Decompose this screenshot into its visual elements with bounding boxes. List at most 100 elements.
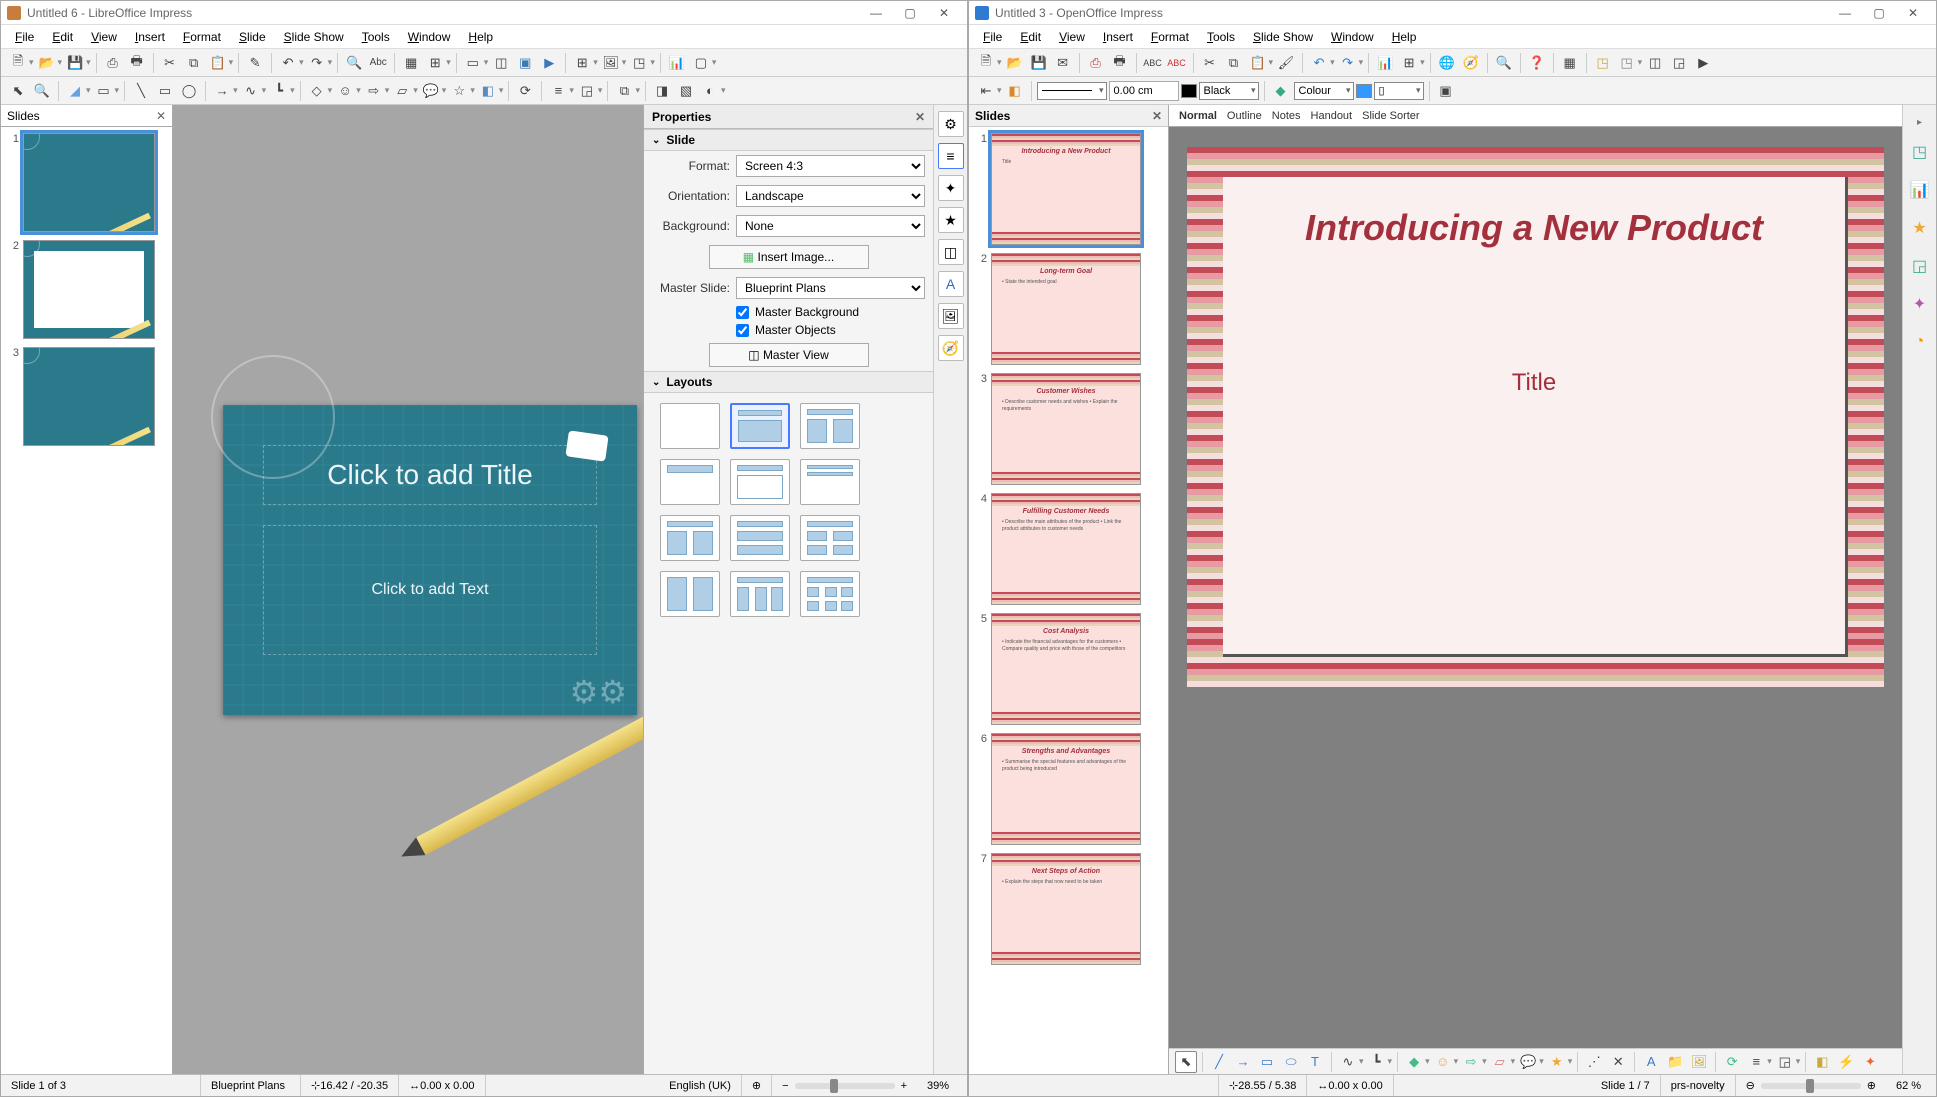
format-paintbrush-icon[interactable]: 🖌 <box>1275 52 1297 74</box>
filter-icon[interactable]: ◐ <box>699 80 721 102</box>
undo-icon[interactable]: ↶ <box>1308 52 1330 74</box>
close-slides-panel[interactable]: ✕ <box>156 109 166 123</box>
sidebar-settings-icon[interactable]: ⚙ <box>938 111 964 137</box>
zoom-percent[interactable]: 39% <box>917 1075 967 1096</box>
layout-2col[interactable] <box>660 515 720 561</box>
content-placeholder[interactable]: Click to add Text <box>263 525 597 655</box>
menu-slide[interactable]: Slide <box>231 28 274 46</box>
gluepoints-icon[interactable]: ✕ <box>1607 1051 1629 1073</box>
arrow-tool-icon[interactable]: → <box>1232 1051 1254 1073</box>
zoom-percent[interactable]: 62 % <box>1886 1075 1936 1096</box>
slide-thumb[interactable]: Cost Analysis• Indicate the financial ad… <box>991 613 1141 725</box>
zoom-icon[interactable]: 🔍 <box>1493 52 1515 74</box>
redo-icon[interactable]: ↷ <box>306 52 328 74</box>
email-icon[interactable]: ✉ <box>1052 52 1074 74</box>
master-slide-icon[interactable]: ◫ <box>490 52 512 74</box>
open-icon[interactable]: 📂 <box>1004 52 1026 74</box>
save-icon[interactable]: 💾 <box>1028 52 1050 74</box>
menu-slide-show[interactable]: Slide Show <box>1245 28 1321 46</box>
sidebar-gallery-icon[interactable]: ◔ <box>1906 328 1934 356</box>
flowchart-icon[interactable]: ▱ <box>391 80 413 102</box>
slide-thumb[interactable]: Strengths and Advantages• Summarise the … <box>991 733 1141 845</box>
menu-help[interactable]: Help <box>1384 28 1425 46</box>
menu-tools[interactable]: Tools <box>1199 28 1243 46</box>
view-tab-outline[interactable]: Outline <box>1227 110 1262 122</box>
callouts-icon[interactable]: 💬 <box>420 80 442 102</box>
slide-thumb[interactable]: Customer Wishes• Describe customer needs… <box>991 373 1141 485</box>
zoom-in-icon[interactable]: + <box>901 1080 907 1092</box>
close-slides-panel[interactable]: ✕ <box>1152 109 1162 123</box>
select-tool-icon[interactable]: ⬉ <box>1175 1051 1197 1073</box>
callouts-icon[interactable]: 💬 <box>1517 1051 1539 1073</box>
cut-icon[interactable]: ✂ <box>1199 52 1221 74</box>
menu-file[interactable]: File <box>975 28 1010 46</box>
ellipse-tool-icon[interactable]: ◯ <box>178 80 200 102</box>
master-background-checkbox[interactable] <box>736 306 749 319</box>
close-window-button[interactable]: ✕ <box>927 2 961 24</box>
fontwork-icon[interactable]: A <box>1640 1051 1662 1073</box>
fill-color-icon[interactable]: ◢ <box>64 80 86 102</box>
menu-window[interactable]: Window <box>400 28 459 46</box>
open-icon[interactable]: 📂 <box>36 52 58 74</box>
sidebar-properties-icon[interactable]: ◳ <box>1906 138 1934 166</box>
grid-icon[interactable]: ▦ <box>1559 52 1581 74</box>
sidebar-gallery-icon[interactable]: 🖼 <box>938 303 964 329</box>
zoom-slider[interactable] <box>1761 1083 1861 1089</box>
start-current-icon[interactable]: ▶ <box>538 52 560 74</box>
grid-icon[interactable]: ▦ <box>400 52 422 74</box>
auto-spellcheck-icon[interactable]: ABC <box>1166 52 1188 74</box>
menu-window[interactable]: Window <box>1323 28 1382 46</box>
extrusion-icon[interactable]: ◧ <box>1811 1051 1833 1073</box>
undo-icon[interactable]: ↶ <box>277 52 299 74</box>
zoom-tool-icon[interactable]: 🔍 <box>31 80 53 102</box>
basic-shapes-icon[interactable]: ◇ <box>306 80 328 102</box>
layout-centered[interactable] <box>730 459 790 505</box>
start-first-icon[interactable]: ▣ <box>514 52 536 74</box>
stars-icon[interactable]: ★ <box>1546 1051 1568 1073</box>
stars-icon[interactable]: ☆ <box>448 80 470 102</box>
menu-slide-show[interactable]: Slide Show <box>276 28 352 46</box>
arrange-icon[interactable]: ◲ <box>576 80 598 102</box>
export-pdf-icon[interactable]: ⎙ <box>102 52 124 74</box>
slide-layout-icon[interactable]: ◳ <box>1616 52 1638 74</box>
copy-icon[interactable]: ⧉ <box>183 52 205 74</box>
arrow-start-icon[interactable]: ⇤ <box>975 80 997 102</box>
curve-tool-icon[interactable]: ∿ <box>240 80 262 102</box>
text-tool-icon[interactable]: T <box>1304 1051 1326 1073</box>
points-icon[interactable]: ⋰ <box>1583 1051 1605 1073</box>
new-doc-icon[interactable]: 🗎 <box>7 52 29 74</box>
layout-v3[interactable] <box>800 571 860 617</box>
arrange-icon[interactable]: ◲ <box>1774 1051 1796 1073</box>
export-pdf-icon[interactable]: ⎙ <box>1085 52 1107 74</box>
slide-thumb[interactable]: Long-term Goal• State the intended goal <box>991 253 1141 365</box>
slide-thumb[interactable]: Next Steps of Action• Explain the steps … <box>991 853 1141 965</box>
menu-view[interactable]: View <box>83 28 125 46</box>
layout-title-2content[interactable] <box>800 403 860 449</box>
help-icon[interactable]: ❓ <box>1526 52 1548 74</box>
slide-subtitle[interactable]: Title <box>1253 369 1815 397</box>
menu-insert[interactable]: Insert <box>127 28 173 46</box>
sidebar-styles-icon[interactable]: A <box>938 271 964 297</box>
shadow-icon[interactable]: ▣ <box>1435 80 1457 102</box>
sidebar-master-pages-icon[interactable]: 📊 <box>1906 176 1934 204</box>
menu-view[interactable]: View <box>1051 28 1093 46</box>
layout-grid4[interactable] <box>800 515 860 561</box>
3d-objects-icon[interactable]: ◧ <box>477 80 499 102</box>
minimize-button[interactable]: — <box>1828 2 1862 24</box>
sidebar-custom-animation-icon[interactable]: ★ <box>1906 214 1934 242</box>
menu-format[interactable]: Format <box>1143 28 1197 46</box>
slide-editor[interactable]: Introducing a New Product Title <box>1169 127 1902 1048</box>
rect-tool-icon[interactable]: ▭ <box>154 80 176 102</box>
slide-editor[interactable]: Click to add Title Click to add Text ⚙⚙ <box>173 105 643 1074</box>
spellcheck-icon[interactable]: ABC <box>1142 52 1164 74</box>
sidebar-slide-transition-icon[interactable]: ◲ <box>1906 252 1934 280</box>
fit-page-icon[interactable]: ⊕ <box>742 1075 772 1096</box>
paste-icon[interactable]: 📋 <box>207 52 229 74</box>
paste-icon[interactable]: 📋 <box>1247 52 1269 74</box>
flowchart-icon[interactable]: ▱ <box>1489 1051 1511 1073</box>
maximize-button[interactable]: ▢ <box>893 2 927 24</box>
layout-v2[interactable] <box>730 571 790 617</box>
ellipse-tool-icon[interactable]: ⬭ <box>1280 1051 1302 1073</box>
new-doc-icon[interactable]: 🗎 <box>975 52 997 74</box>
shadow-icon[interactable]: ◨ <box>651 80 673 102</box>
